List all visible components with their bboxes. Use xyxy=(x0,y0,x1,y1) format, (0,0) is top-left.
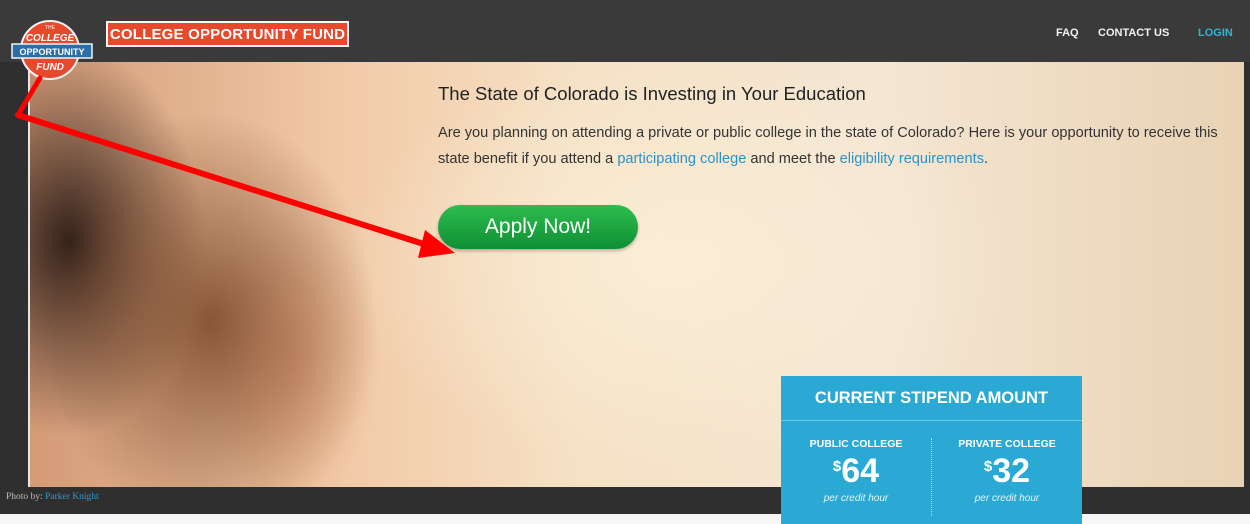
logo-small-text: THE xyxy=(45,25,56,31)
logo-top-text: COLLEGE xyxy=(26,33,75,44)
logo-bottom-text: FUND xyxy=(36,62,64,73)
public-per-credit-hour: per credit hour xyxy=(823,493,889,504)
hero-lead-text: Are you planning on attending a private … xyxy=(438,120,1220,172)
hero-headline: The State of Colorado is Investing in Yo… xyxy=(438,83,866,104)
apply-now-button[interactable]: Apply Now! xyxy=(438,205,638,249)
participating-college-link[interactable]: participating college xyxy=(617,151,746,167)
public-college-label: PUBLIC COLLEGE xyxy=(809,438,903,450)
public-college-amount: $64 xyxy=(781,452,931,491)
apply-now-label: Apply Now! xyxy=(484,215,592,238)
stipend-title: CURRENT STIPEND AMOUNT xyxy=(814,388,1049,407)
photo-credit-prefix: Photo by: xyxy=(6,492,46,502)
brand-title: COLLEGE OPPORTUNITY FUND xyxy=(109,25,346,43)
brand-title-badge[interactable]: COLLEGE OPPORTUNITY FUND xyxy=(106,21,349,47)
nav-login-link[interactable]: LOGIN xyxy=(1198,27,1233,39)
nav-contact-link[interactable]: CONTACT US xyxy=(1098,27,1169,39)
public-college-stipend: PUBLIC COLLEGE $64 per credit hour xyxy=(781,438,931,504)
photo-credit: Photo by: Parker Knight xyxy=(6,492,99,502)
logo-mid-text: OPPORTUNITY xyxy=(19,47,84,57)
private-currency-symbol: $ xyxy=(983,458,993,475)
private-college-amount: $32 xyxy=(932,452,1082,491)
photo-credit-link[interactable]: Parker Knight xyxy=(45,492,99,502)
public-amount-value: 64 xyxy=(841,452,880,490)
nav-faq-link[interactable]: FAQ xyxy=(1056,27,1079,39)
stipend-panel: CURRENT STIPEND AMOUNT PUBLIC COLLEGE $6… xyxy=(781,376,1082,524)
stipend-header: CURRENT STIPEND AMOUNT xyxy=(781,376,1082,421)
private-per-credit-hour: per credit hour xyxy=(974,493,1040,504)
eligibility-requirements-link[interactable]: eligibility requirements xyxy=(840,151,984,167)
lead-text-part-3: . xyxy=(984,151,989,167)
private-college-stipend: PRIVATE COLLEGE $32 per credit hour xyxy=(932,438,1082,504)
college-opportunity-fund-logo[interactable]: THE COLLEGE OPPORTUNITY FUND xyxy=(8,20,96,80)
private-college-label: PRIVATE COLLEGE xyxy=(958,438,1056,450)
private-amount-value: 32 xyxy=(992,452,1031,490)
public-currency-symbol: $ xyxy=(832,458,842,475)
lead-text-part-2: and meet the xyxy=(746,151,840,167)
